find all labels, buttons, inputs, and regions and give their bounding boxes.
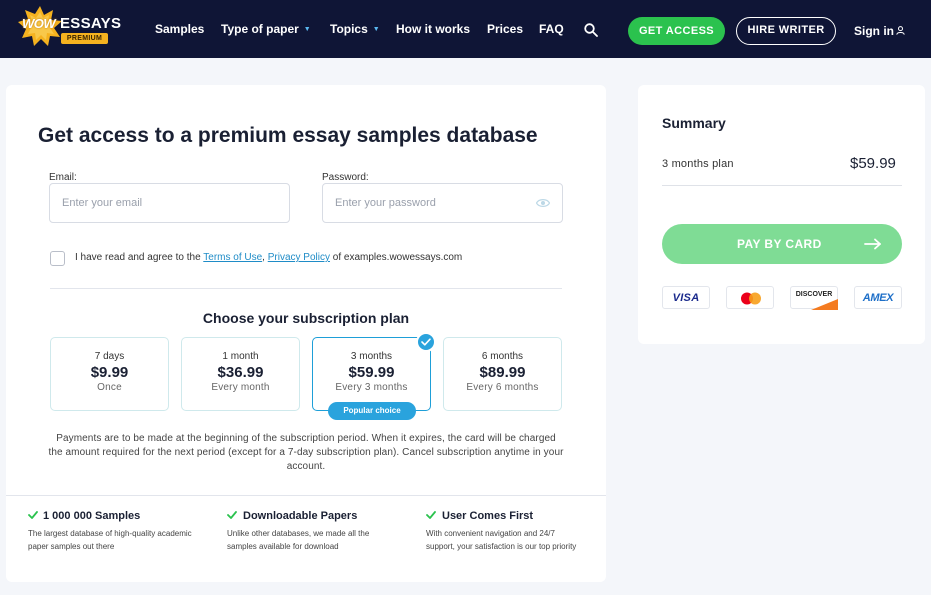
nav-type-of-paper[interactable]: Type of paper ▼ [221, 22, 311, 36]
plan-card-6-months[interactable]: 6 months $89.99 Every 6 months [443, 337, 562, 411]
plan-price: $59.99 [348, 364, 395, 381]
form-divider [50, 288, 562, 289]
eye-icon[interactable] [536, 198, 550, 208]
agree-checkbox[interactable] [50, 251, 65, 266]
feature-description: The largest database of high-quality aca… [28, 529, 192, 551]
feature-description: With convenient navigation and 24/7 supp… [426, 529, 577, 551]
arrow-right-icon [864, 238, 881, 250]
mastercard-logo [726, 286, 774, 309]
caret-down-icon: ▼ [303, 26, 311, 33]
top-header: WOW ESSAYS PREMIUM Samples Type of paper… [0, 0, 931, 58]
nav-prices-label: Prices [487, 22, 524, 36]
nav-faq-label: FAQ [539, 22, 564, 36]
plan-card-1-month[interactable]: 1 month $36.99 Every month [181, 337, 300, 411]
email-label: Email: [49, 172, 77, 183]
agree-prefix: I have read and agree to the [75, 252, 201, 263]
password-label: Password: [322, 172, 369, 183]
popular-choice-badge: Popular choice [328, 402, 416, 420]
nav-samples[interactable]: Samples [155, 22, 204, 36]
check-icon [28, 511, 38, 519]
plan-period: Once [97, 382, 122, 393]
pay-by-card-label: PAY BY CARD [737, 237, 822, 251]
plan-duration: 1 month [222, 351, 259, 362]
logo-essays-text: ESSAYS [60, 15, 122, 32]
plan-duration: 3 months [350, 351, 393, 362]
plan-section-title: Choose your subscription plan [202, 310, 410, 326]
nav-type-of-paper-label: Type of paper [221, 22, 299, 36]
logo-premium-badge: PREMIUM [61, 33, 108, 44]
plan-duration: 6 months [481, 351, 524, 362]
logo[interactable]: WOW ESSAYS PREMIUM [18, 6, 121, 46]
nav-topics[interactable]: Topics ▼ [330, 22, 380, 36]
user-icon[interactable] [896, 26, 905, 35]
amex-logo: AMEX [854, 286, 902, 309]
sign-in-link[interactable]: Sign in [854, 24, 894, 38]
plan-period: Every 6 months [466, 382, 539, 393]
nav-topics-label: Topics [330, 22, 368, 36]
plan-period: Every 3 months [335, 382, 408, 393]
agree-text: I have read and agree to the Terms of Us… [75, 252, 462, 263]
nav-faq[interactable]: FAQ [539, 22, 564, 36]
plan-period: Every month [211, 382, 270, 393]
visa-text: VISA [672, 292, 700, 304]
mastercard-icon [741, 292, 761, 305]
privacy-policy-link[interactable]: Privacy Policy [268, 252, 330, 263]
agree-suffix: of examples.wowessays.com [332, 252, 463, 263]
get-access-button[interactable]: GET ACCESS [628, 17, 725, 45]
summary-divider [662, 185, 902, 186]
features-divider [6, 495, 606, 496]
feature-title: Downloadable Papers [243, 510, 358, 522]
hire-writer-button[interactable]: HIRE WRITER [736, 17, 836, 45]
feature-description: Unlike other databases, we made all the … [227, 529, 370, 551]
feature-title: 1 000 000 Samples [43, 510, 141, 522]
selected-check-icon [416, 332, 436, 352]
email-input[interactable] [49, 183, 290, 223]
plan-card-3-months[interactable]: 3 months $59.99 Every 3 months [312, 337, 431, 411]
summary-price: $59.99 [850, 155, 896, 172]
amex-text: AMEX [862, 292, 894, 304]
agree-separator: , [262, 252, 265, 263]
summary-title: Summary [662, 115, 726, 131]
plan-card-7-days[interactable]: 7 days $9.99 Once [50, 337, 169, 411]
plan-duration: 7 days [94, 351, 125, 362]
summary-plan: 3 months plan [662, 158, 734, 170]
visa-logo: VISA [662, 286, 710, 309]
discover-swoosh-icon [811, 299, 838, 310]
plan-price: $89.99 [479, 364, 526, 381]
pay-by-card-button[interactable]: PAY BY CARD [662, 224, 902, 264]
discover-logo: DISCOVER [790, 286, 838, 310]
password-input[interactable] [322, 183, 563, 223]
access-form-card [6, 85, 606, 582]
nav-prices[interactable]: Prices [487, 22, 523, 36]
feature-title: User Comes First [442, 510, 534, 522]
nav-how-it-works[interactable]: How it works [396, 22, 470, 36]
terms-of-use-link[interactable]: Terms of Use [203, 252, 262, 263]
nav-how-it-works-label: How it works [396, 22, 471, 36]
search-icon[interactable] [584, 23, 598, 37]
check-icon [426, 511, 436, 519]
plan-price: $36.99 [217, 364, 264, 381]
check-icon [227, 511, 237, 519]
nav-samples-label: Samples [155, 22, 205, 36]
page-title: Get access to a premium essay samples da… [38, 124, 538, 147]
payment-info-text: Payments are to be made at the beginning… [48, 433, 564, 472]
caret-down-icon: ▼ [372, 26, 380, 33]
logo-wow-text: WOW [22, 16, 56, 31]
plan-price: $9.99 [90, 364, 129, 381]
